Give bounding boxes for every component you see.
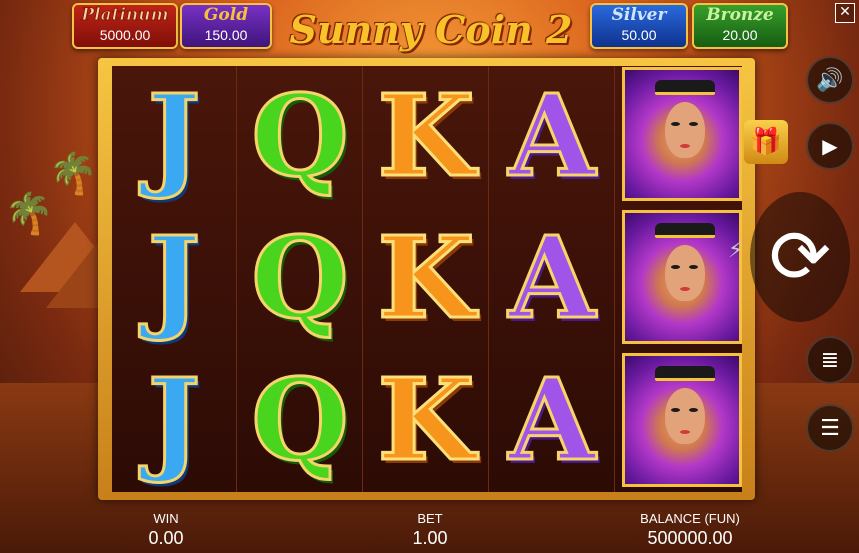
autoplay-icon[interactable]: ▶ <box>806 122 854 170</box>
bet-value[interactable]: 1.00 <box>390 528 470 549</box>
symbol-q: Q <box>250 213 351 344</box>
symbol-k: K <box>376 71 476 202</box>
jackpot-gold-name: Gold <box>203 5 249 25</box>
palm-tree-left: 🌴 <box>4 191 54 237</box>
jackpot-platinum: Platinum 5000.00 <box>72 3 178 49</box>
symbol-cleopatra <box>622 210 742 344</box>
bet-coins-icon[interactable]: ≣ <box>806 336 854 384</box>
jackpot-bronze-value: 20.00 <box>722 27 758 43</box>
reel-3: K K K <box>364 66 489 492</box>
jackpot-gold-value: 150.00 <box>204 27 248 43</box>
symbol-k: K <box>376 355 476 486</box>
sound-icon[interactable]: 🔊 <box>806 56 854 104</box>
jackpot-platinum-name: Platinum <box>81 5 169 26</box>
reel-2: Q Q Q <box>238 66 363 492</box>
symbol-j: J <box>146 213 202 344</box>
close-button[interactable]: ✕ <box>835 3 855 23</box>
reel-4: A A A <box>490 66 615 492</box>
symbol-j: J <box>146 355 202 486</box>
symbol-cleopatra <box>622 353 742 487</box>
jackpot-platinum-value: 5000.00 <box>99 27 151 43</box>
win-value: 0.00 <box>148 528 184 548</box>
balance-value: 500000.00 <box>647 528 733 548</box>
reel-1: J J J <box>112 66 237 492</box>
menu-icon[interactable]: ☰ <box>806 404 854 452</box>
symbol-q: Q <box>250 71 351 202</box>
gift-icon[interactable]: 🎁 <box>744 120 788 164</box>
balance-label: BALANCE (FUN) <box>640 511 740 526</box>
palm-tree-left-2: 🌴 <box>48 151 98 197</box>
jackpot-silver-value: 50.00 <box>621 27 657 43</box>
jackpot-silver: Silver 50.00 <box>590 3 688 49</box>
game-logo: Sunny Coin 2 <box>289 7 573 52</box>
jackpot-bronze-name: Bronze <box>706 5 774 25</box>
symbol-q: Q <box>250 355 351 486</box>
symbol-k: K <box>376 213 476 344</box>
turbo-bolt-icon[interactable]: ⚡ <box>728 238 743 263</box>
jackpot-silver-name: Silver <box>611 5 667 25</box>
symbol-cleopatra <box>622 67 742 201</box>
jackpot-bronze: Bronze 20.00 <box>692 3 788 49</box>
symbol-a: A <box>507 355 597 486</box>
spin-button[interactable]: ⟳ <box>750 192 850 322</box>
jackpot-gold: Gold 150.00 <box>180 3 272 49</box>
symbol-a: A <box>507 71 597 202</box>
bet-label: BET <box>417 511 443 526</box>
win-label: WIN <box>153 511 179 526</box>
symbol-j: J <box>146 71 202 202</box>
symbol-a: A <box>507 213 597 344</box>
